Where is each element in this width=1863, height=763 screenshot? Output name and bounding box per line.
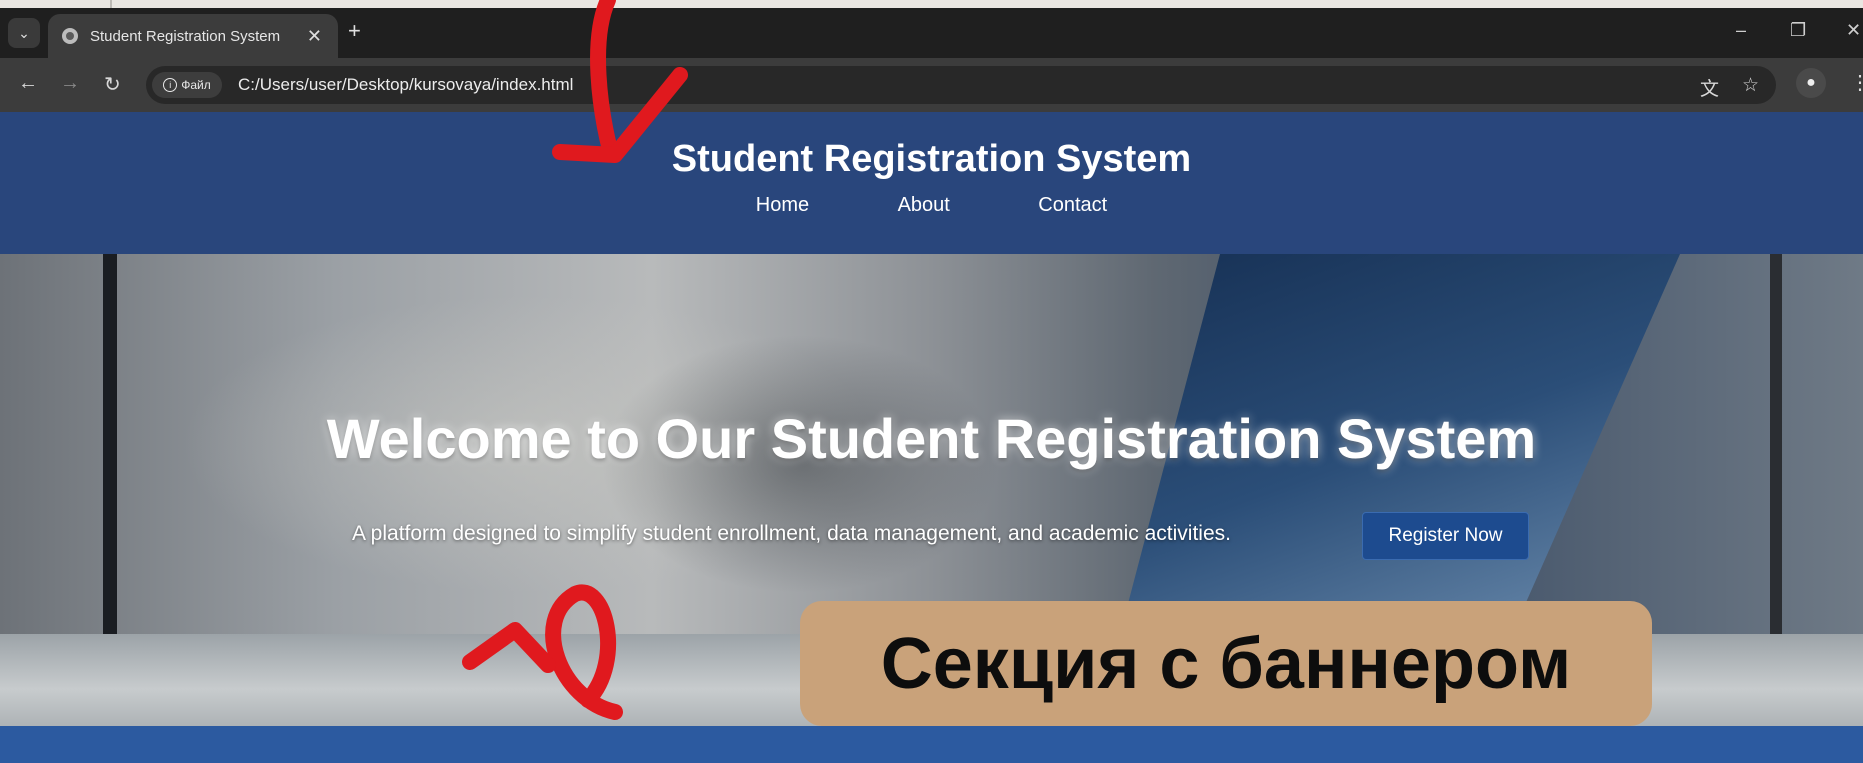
file-chip[interactable]: i Файл <box>152 72 222 98</box>
browser-toolbar: ← → ↻ i Файл C:/Users/user/Desktop/kurso… <box>0 58 1863 112</box>
register-now-button[interactable]: Register Now <box>1362 512 1529 560</box>
minimize-button[interactable]: – <box>1736 20 1746 41</box>
site-nav: Home About Contact <box>0 194 1863 217</box>
new-tab-button[interactable]: + <box>348 18 361 44</box>
info-icon: i <box>163 78 178 92</box>
address-bar[interactable]: i Файл C:/Users/user/Desktop/kursovaya/i… <box>146 66 1776 104</box>
banner-heading: Welcome to Our Student Registration Syst… <box>326 407 1537 470</box>
back-button[interactable]: ← <box>18 72 38 95</box>
tab-search-button[interactable]: ⌄ <box>8 18 40 48</box>
file-chip-label: Файл <box>181 78 211 92</box>
site-header: Student Registration System Home About C… <box>0 112 1863 254</box>
tab-title: Student Registration System <box>90 27 281 45</box>
strip-notch <box>110 0 112 8</box>
chevron-down-icon: ⌄ <box>18 24 30 41</box>
translate-icon[interactable]: 文 <box>1700 74 1719 101</box>
active-tab[interactable]: Student Registration System ✕ <box>48 14 338 58</box>
close-window-button[interactable]: ✕ <box>1846 20 1861 41</box>
tab-close-icon[interactable]: ✕ <box>307 26 322 47</box>
url-text[interactable]: C:/Users/user/Desktop/kursovaya/index.ht… <box>238 75 573 95</box>
site-title: Student Registration System <box>671 138 1192 180</box>
globe-icon <box>62 28 78 44</box>
nav-link-home[interactable]: Home <box>756 194 809 217</box>
bookmark-star-icon[interactable]: ☆ <box>1742 74 1759 97</box>
menu-icon[interactable]: ⋮ <box>1850 70 1863 95</box>
next-section-edge <box>0 726 1863 763</box>
restore-button[interactable]: ❐ <box>1790 20 1806 41</box>
banner-description: A platform designed to simplify student … <box>352 522 1231 545</box>
nav-link-about[interactable]: About <box>898 194 950 217</box>
tab-bar: ⌄ Student Registration System ✕ + – ❐ ✕ <box>0 8 1863 58</box>
reload-button[interactable]: ↻ <box>104 72 121 97</box>
profile-button[interactable]: ● <box>1796 68 1826 98</box>
profile-icon: ● <box>1806 74 1816 91</box>
window-top-strip <box>0 0 1863 8</box>
annotation-callout: Секция с баннером <box>800 601 1652 726</box>
nav-link-contact[interactable]: Contact <box>1038 194 1107 217</box>
forward-button[interactable]: → <box>60 72 80 95</box>
